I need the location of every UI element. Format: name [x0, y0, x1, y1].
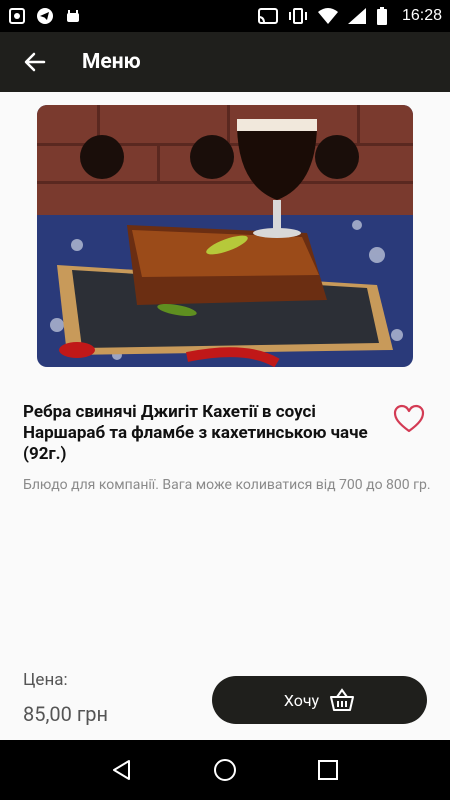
screenshot-icon	[9, 8, 25, 24]
arrow-left-icon	[24, 52, 46, 72]
android-icon	[67, 10, 79, 22]
status-bar: 16:28	[0, 0, 450, 32]
product-name: Ребра свинячі Джигіт Кахетії в соусі Нар…	[23, 402, 368, 464]
basket-icon	[330, 688, 355, 711]
favorite-button[interactable]	[392, 404, 426, 434]
telegram-icon	[37, 8, 53, 24]
signal-icon	[347, 8, 366, 24]
vibrate-icon	[288, 8, 307, 24]
clock: 16:28	[401, 7, 442, 24]
product-image	[37, 105, 413, 367]
want-button[interactable]: Хочу	[212, 676, 427, 724]
price-value: 85,00 грн	[23, 702, 109, 726]
product-description: Блюдо для компанії. Вага може коливатися…	[23, 477, 431, 493]
back-button[interactable]	[0, 32, 70, 92]
page-title: Меню	[82, 50, 141, 74]
want-button-label: Хочу	[283, 690, 320, 710]
heart-icon	[393, 404, 425, 433]
cast-icon	[257, 8, 278, 24]
system-nav-bar	[0, 740, 450, 800]
nav-back-icon[interactable]	[110, 758, 134, 782]
app-bar: Меню	[0, 32, 450, 92]
price-label: Цена:	[23, 670, 68, 690]
battery-icon	[376, 7, 387, 25]
nav-home-icon[interactable]	[213, 758, 237, 782]
wifi-icon	[317, 8, 338, 24]
nav-recents-icon[interactable]	[316, 758, 340, 782]
